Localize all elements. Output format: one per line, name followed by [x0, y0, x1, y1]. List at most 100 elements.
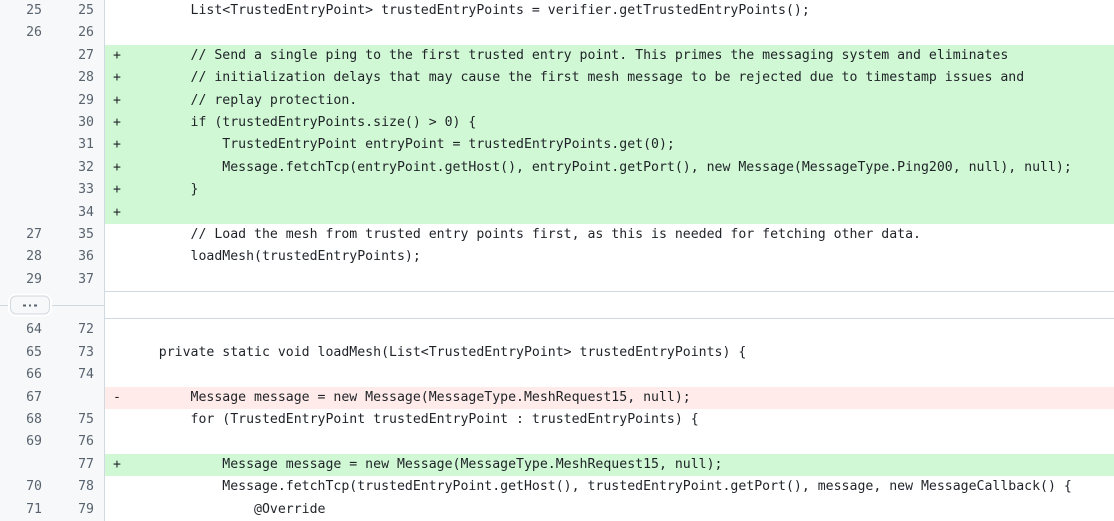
diff-row: 29+ // replay protection. — [0, 90, 1114, 112]
new-line-number[interactable]: 29 — [52, 90, 105, 112]
new-line-number[interactable]: 73 — [52, 342, 105, 364]
old-line-number[interactable]: 27 — [0, 224, 52, 246]
new-line-number[interactable]: 78 — [52, 476, 105, 498]
code-text: @Override — [127, 502, 326, 517]
diff-marker: + — [113, 67, 127, 89]
new-line-number[interactable]: 74 — [52, 364, 105, 386]
new-line-number[interactable]: 34 — [52, 202, 105, 224]
old-line-number[interactable] — [0, 67, 52, 89]
diff-row: 2735 // Load the mesh from trusted entry… — [0, 224, 1114, 246]
new-line-number[interactable]: 36 — [52, 246, 105, 268]
diff-row: 7179 @Override — [0, 499, 1114, 521]
ellipsis-dot-icon — [29, 304, 32, 307]
old-line-number[interactable]: 70 — [0, 476, 52, 498]
diff-row: 67 - Message message = new Message(Messag… — [0, 387, 1114, 409]
new-line-number[interactable]: 72 — [52, 319, 105, 342]
old-line-number[interactable]: 25 — [0, 0, 52, 22]
diff-row: 6573 private static void loadMesh(List<T… — [0, 342, 1114, 364]
expand-gutter — [0, 292, 105, 319]
code-line: Message.fetchTcp(trustedEntryPoint.getHo… — [105, 476, 1114, 498]
old-line-number[interactable] — [0, 45, 52, 67]
code-line: + // Send a single ping to the first tru… — [105, 45, 1114, 67]
code-line: loadMesh(trustedEntryPoints); — [105, 246, 1114, 268]
code-text: // replay protection. — [127, 93, 357, 108]
diff-marker: + — [113, 454, 127, 476]
old-line-number[interactable]: 66 — [0, 364, 52, 386]
code-line: + Message.fetchTcp(entryPoint.getHost(),… — [105, 157, 1114, 179]
diff-marker: + — [113, 45, 127, 67]
old-line-number[interactable] — [0, 112, 52, 134]
expand-hidden-lines-button[interactable] — [10, 296, 50, 315]
diff-row: 6472 — [0, 319, 1114, 342]
code-text: private static void loadMesh(List<Truste… — [127, 345, 746, 360]
diff-row: 2626 — [0, 22, 1114, 44]
code-line: + if (trustedEntryPoints.size() > 0) { — [105, 112, 1114, 134]
code-text: Message message = new Message(MessageTyp… — [127, 390, 691, 405]
code-line: + // initialization delays that may caus… — [105, 67, 1114, 89]
code-line — [105, 364, 1114, 386]
diff-row: 2525 List<TrustedEntryPoint> trustedEntr… — [0, 0, 1114, 22]
old-line-number[interactable] — [0, 454, 52, 476]
code-line: + — [105, 202, 1114, 224]
new-line-number[interactable]: 27 — [52, 45, 105, 67]
old-line-number[interactable] — [0, 202, 52, 224]
old-line-number[interactable]: 67 — [0, 387, 52, 409]
expand-spacer — [105, 292, 1114, 319]
code-line: // Load the mesh from trusted entry poin… — [105, 224, 1114, 246]
code-line: List<TrustedEntryPoint> trustedEntryPoin… — [105, 0, 1114, 22]
diff-marker: + — [113, 202, 127, 224]
diff-marker: + — [113, 112, 127, 134]
new-line-number[interactable]: 33 — [52, 179, 105, 201]
diff-row: 33+ } — [0, 179, 1114, 201]
old-line-number[interactable] — [0, 179, 52, 201]
old-line-number[interactable]: 68 — [0, 409, 52, 431]
new-line-number[interactable]: 35 — [52, 224, 105, 246]
new-line-number[interactable]: 25 — [52, 0, 105, 22]
old-line-number[interactable] — [0, 134, 52, 156]
new-line-number[interactable]: 31 — [52, 134, 105, 156]
diff-row: 27+ // Send a single ping to the first t… — [0, 45, 1114, 67]
code-line — [105, 269, 1114, 292]
diff-row: 77+ Message message = new Message(Messag… — [0, 454, 1114, 476]
ellipsis-dot-icon — [34, 304, 37, 307]
new-line-number[interactable]: 37 — [52, 269, 105, 292]
old-line-number[interactable] — [0, 90, 52, 112]
new-line-number[interactable]: 77 — [52, 454, 105, 476]
new-line-number[interactable]: 75 — [52, 409, 105, 431]
new-line-number[interactable]: 76 — [52, 431, 105, 453]
code-text: // Send a single ping to the first trust… — [127, 48, 1008, 63]
diff-row: 34 + — [0, 202, 1114, 224]
old-line-number[interactable]: 26 — [0, 22, 52, 44]
diff-row: 31+ TrustedEntryPoint entryPoint = trust… — [0, 134, 1114, 156]
diff-row: 2937 — [0, 269, 1114, 292]
code-line: @Override — [105, 499, 1114, 521]
code-line: + } — [105, 179, 1114, 201]
old-line-number[interactable]: 71 — [0, 499, 52, 521]
diff-table: 2525 List<TrustedEntryPoint> trustedEntr… — [0, 0, 1114, 521]
old-line-number[interactable]: 69 — [0, 431, 52, 453]
old-line-number[interactable]: 65 — [0, 342, 52, 364]
diff-body: 2525 List<TrustedEntryPoint> trustedEntr… — [0, 0, 1114, 521]
code-text: // Load the mesh from trusted entry poin… — [127, 227, 921, 242]
expand-row — [0, 292, 1114, 319]
new-line-number[interactable]: 79 — [52, 499, 105, 521]
code-line — [105, 319, 1114, 342]
new-line-number[interactable]: 30 — [52, 112, 105, 134]
code-text: Message.fetchTcp(entryPoint.getHost(), e… — [127, 160, 1072, 175]
diff-marker: + — [113, 179, 127, 201]
diff-marker: - — [113, 387, 127, 409]
code-text: Message.fetchTcp(trustedEntryPoint.getHo… — [127, 479, 1072, 494]
code-text: loadMesh(trustedEntryPoints); — [127, 249, 421, 264]
new-line-number[interactable]: 32 — [52, 157, 105, 179]
old-line-number[interactable]: 29 — [0, 269, 52, 292]
code-text: if (trustedEntryPoints.size() > 0) { — [127, 115, 476, 130]
new-line-number[interactable] — [52, 387, 105, 409]
code-text: TrustedEntryPoint entryPoint = trustedEn… — [127, 137, 675, 152]
code-text: List<TrustedEntryPoint> trustedEntryPoin… — [127, 3, 810, 18]
old-line-number[interactable]: 28 — [0, 246, 52, 268]
old-line-number[interactable]: 64 — [0, 319, 52, 342]
old-line-number[interactable] — [0, 157, 52, 179]
code-text: // initialization delays that may cause … — [127, 70, 1024, 85]
new-line-number[interactable]: 28 — [52, 67, 105, 89]
new-line-number[interactable]: 26 — [52, 22, 105, 44]
